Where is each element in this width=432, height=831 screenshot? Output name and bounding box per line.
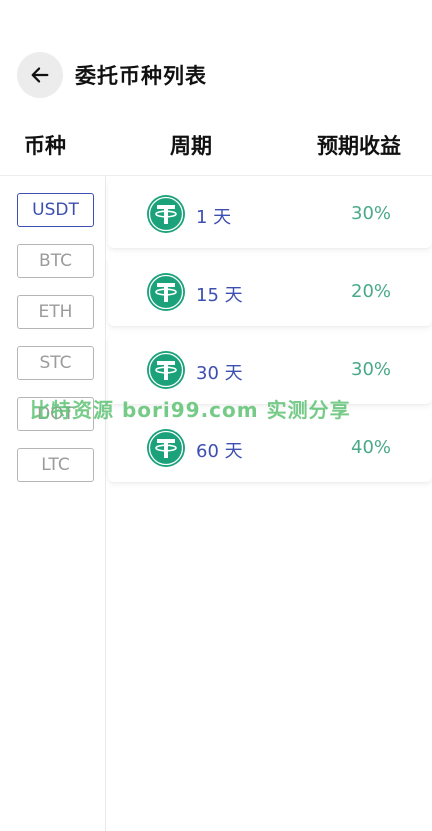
page-title: 委托币种列表 xyxy=(75,64,207,88)
watermark-text: 比特资源 bori99.com 实测分享 xyxy=(30,398,351,422)
period-label: 30 天 xyxy=(196,363,243,384)
yield-label: 20% xyxy=(351,281,392,302)
coin-tab-ltc[interactable]: LTC xyxy=(17,448,94,482)
tether-icon xyxy=(147,351,185,389)
period-label: 1 天 xyxy=(196,207,232,228)
period-label: 60 天 xyxy=(196,441,243,462)
arrow-left-icon xyxy=(31,67,49,83)
tether-icon xyxy=(147,195,185,233)
tether-icon xyxy=(147,273,185,311)
yield-label: 40% xyxy=(351,437,392,458)
product-row[interactable]: 1 天 30% xyxy=(108,178,432,248)
coin-tab-usdt[interactable]: USDT xyxy=(17,193,94,227)
product-row[interactable]: 15 天 20% xyxy=(108,256,432,326)
column-header-coin: 币种 xyxy=(24,134,66,158)
column-header-yield: 预期收益 xyxy=(317,134,401,158)
column-header-period: 周期 xyxy=(170,134,212,158)
page: 委托币种列表 币种 周期 预期收益 USDT BTC ETH STC DOT L… xyxy=(0,0,432,831)
coin-tab-eth[interactable]: ETH xyxy=(17,295,94,329)
coin-sidebar: USDT BTC ETH STC DOT LTC xyxy=(0,176,106,831)
coin-tab-btc[interactable]: BTC xyxy=(17,244,94,278)
yield-label: 30% xyxy=(351,359,392,380)
tether-icon xyxy=(147,429,185,467)
header: 委托币种列表 xyxy=(0,0,432,120)
back-button[interactable] xyxy=(17,52,63,98)
period-label: 15 天 xyxy=(196,285,243,306)
coin-tab-stc[interactable]: STC xyxy=(17,346,94,380)
yield-label: 30% xyxy=(351,203,392,224)
